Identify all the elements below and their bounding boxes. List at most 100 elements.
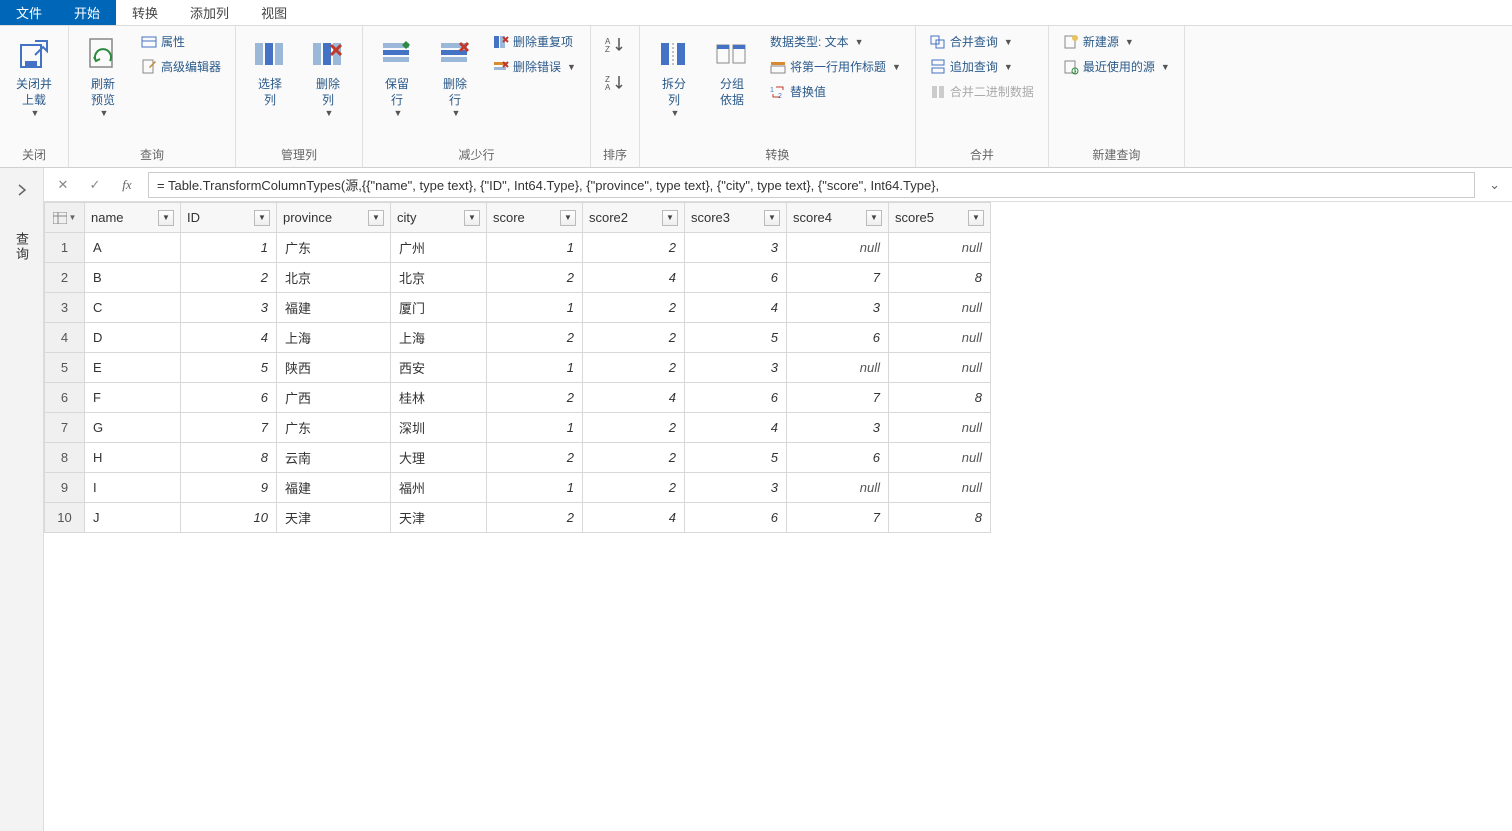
data-cell[interactable]: 深圳 xyxy=(391,413,487,443)
data-cell[interactable]: 上海 xyxy=(277,323,391,353)
data-cell[interactable]: 4 xyxy=(181,323,277,353)
data-cell[interactable]: 3 xyxy=(181,293,277,323)
data-cell[interactable]: null xyxy=(889,413,991,443)
data-cell[interactable]: 1 xyxy=(487,473,583,503)
data-cell[interactable]: 6 xyxy=(685,503,787,533)
replace-values-button[interactable]: 12 替换值 xyxy=(764,80,907,103)
data-cell[interactable]: J xyxy=(85,503,181,533)
refresh-preview-button[interactable]: 刷新预览 ▼ xyxy=(77,30,129,122)
append-query-button[interactable]: 追加查询 ▼ xyxy=(924,55,1040,78)
data-cell[interactable]: 10 xyxy=(181,503,277,533)
data-cell[interactable]: 3 xyxy=(685,353,787,383)
data-cell[interactable]: null xyxy=(889,293,991,323)
data-cell[interactable]: 3 xyxy=(685,473,787,503)
formula-input[interactable] xyxy=(148,172,1475,198)
new-source-button[interactable]: 新建源 ▼ xyxy=(1057,30,1176,53)
data-cell[interactable]: 北京 xyxy=(391,263,487,293)
data-cell[interactable]: 8 xyxy=(889,263,991,293)
data-cell[interactable]: D xyxy=(85,323,181,353)
data-cell[interactable]: 3 xyxy=(685,233,787,263)
data-cell[interactable]: 4 xyxy=(583,503,685,533)
data-cell[interactable]: 2 xyxy=(487,323,583,353)
data-cell[interactable]: 福建 xyxy=(277,293,391,323)
data-cell[interactable]: 广东 xyxy=(277,413,391,443)
data-cell[interactable]: 7 xyxy=(181,413,277,443)
data-cell[interactable]: 桂林 xyxy=(391,383,487,413)
data-cell[interactable]: G xyxy=(85,413,181,443)
tab-view[interactable]: 视图 xyxy=(245,0,303,25)
sort-asc-button[interactable]: AZ xyxy=(599,30,631,60)
advanced-editor-button[interactable]: 高级编辑器 xyxy=(135,55,227,78)
data-cell[interactable]: E xyxy=(85,353,181,383)
data-cell[interactable]: 3 xyxy=(787,413,889,443)
tab-home[interactable]: 开始 xyxy=(58,0,116,25)
data-cell[interactable]: null xyxy=(787,353,889,383)
filter-button[interactable]: ▼ xyxy=(866,210,882,226)
data-cell[interactable]: H xyxy=(85,443,181,473)
data-cell[interactable]: 西安 xyxy=(391,353,487,383)
row-number[interactable]: 9 xyxy=(45,473,85,503)
data-cell[interactable]: A xyxy=(85,233,181,263)
formula-fx-button[interactable]: fx xyxy=(116,174,138,196)
data-cell[interactable]: null xyxy=(787,233,889,263)
column-header-ID[interactable]: ID▼ xyxy=(181,203,277,233)
data-cell[interactable]: 大理 xyxy=(391,443,487,473)
filter-button[interactable]: ▼ xyxy=(968,210,984,226)
data-cell[interactable]: 5 xyxy=(685,443,787,473)
data-cell[interactable]: 2 xyxy=(583,293,685,323)
row-number[interactable]: 8 xyxy=(45,443,85,473)
data-cell[interactable]: null xyxy=(889,323,991,353)
data-cell[interactable]: 厦门 xyxy=(391,293,487,323)
data-cell[interactable]: 6 xyxy=(685,383,787,413)
formula-cancel-button[interactable]: ✕ xyxy=(52,174,74,196)
data-cell[interactable]: 广州 xyxy=(391,233,487,263)
data-cell[interactable]: 5 xyxy=(181,353,277,383)
filter-button[interactable]: ▼ xyxy=(560,210,576,226)
data-cell[interactable]: 5 xyxy=(685,323,787,353)
data-cell[interactable]: 2 xyxy=(487,383,583,413)
data-cell[interactable]: 3 xyxy=(787,293,889,323)
tab-file[interactable]: 文件 xyxy=(0,0,58,25)
data-cell[interactable]: 天津 xyxy=(391,503,487,533)
data-cell[interactable]: 广西 xyxy=(277,383,391,413)
column-header-name[interactable]: name▼ xyxy=(85,203,181,233)
column-header-score[interactable]: score▼ xyxy=(487,203,583,233)
data-cell[interactable]: 8 xyxy=(181,443,277,473)
properties-button[interactable]: 属性 xyxy=(135,30,227,53)
data-cell[interactable]: 2 xyxy=(583,473,685,503)
data-cell[interactable]: 8 xyxy=(889,383,991,413)
data-cell[interactable]: 6 xyxy=(787,323,889,353)
data-cell[interactable]: 2 xyxy=(487,263,583,293)
row-number[interactable]: 1 xyxy=(45,233,85,263)
data-cell[interactable]: 1 xyxy=(487,413,583,443)
data-cell[interactable]: 福州 xyxy=(391,473,487,503)
data-cell[interactable]: 1 xyxy=(487,353,583,383)
expand-panel-button[interactable] xyxy=(10,178,34,202)
data-cell[interactable]: null xyxy=(889,353,991,383)
data-cell[interactable]: 2 xyxy=(583,413,685,443)
row-number[interactable]: 10 xyxy=(45,503,85,533)
data-cell[interactable]: 云南 xyxy=(277,443,391,473)
data-type-button[interactable]: 数据类型: 文本 ▼ xyxy=(764,30,907,53)
data-cell[interactable]: null xyxy=(787,473,889,503)
first-row-header-button[interactable]: 将第一行用作标题 ▼ xyxy=(764,55,907,78)
combine-binary-button[interactable]: 合并二进制数据 xyxy=(924,80,1040,103)
data-cell[interactable]: 2 xyxy=(487,443,583,473)
column-header-city[interactable]: city▼ xyxy=(391,203,487,233)
data-cell[interactable]: 1 xyxy=(181,233,277,263)
merge-query-button[interactable]: 合并查询 ▼ xyxy=(924,30,1040,53)
tab-convert[interactable]: 转换 xyxy=(116,0,174,25)
remove-columns-button[interactable]: 删除列 ▼ xyxy=(302,30,354,122)
data-cell[interactable]: I xyxy=(85,473,181,503)
data-cell[interactable]: 4 xyxy=(583,263,685,293)
tab-addcol[interactable]: 添加列 xyxy=(174,0,245,25)
data-cell[interactable]: 福建 xyxy=(277,473,391,503)
column-header-score4[interactable]: score4▼ xyxy=(787,203,889,233)
data-cell[interactable]: F xyxy=(85,383,181,413)
data-cell[interactable]: 6 xyxy=(685,263,787,293)
recent-source-button[interactable]: 最近使用的源 ▼ xyxy=(1057,55,1176,78)
data-cell[interactable]: 9 xyxy=(181,473,277,503)
data-cell[interactable]: 6 xyxy=(787,443,889,473)
data-cell[interactable]: 陕西 xyxy=(277,353,391,383)
data-cell[interactable]: 8 xyxy=(889,503,991,533)
